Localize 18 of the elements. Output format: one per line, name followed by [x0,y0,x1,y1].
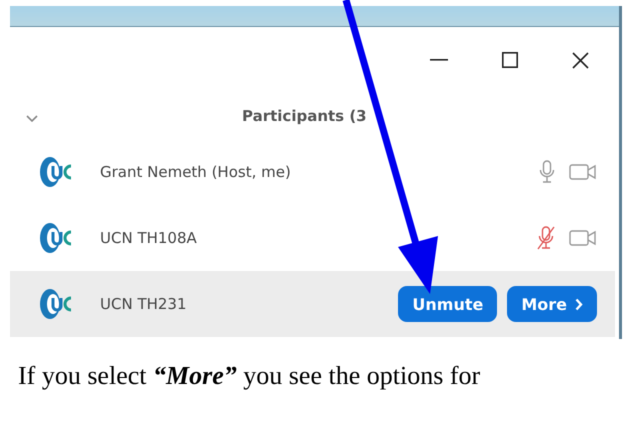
close-icon[interactable] [572,52,589,68]
video-camera-icon[interactable] [569,163,597,181]
action-button[interactable]: More [507,286,597,322]
participant-name: UCN TH108A [100,229,198,247]
microphone-icon[interactable] [539,160,555,184]
participant-row[interactable]: UCN TH231 Unmute More [10,271,615,337]
caption-text: If you select “More” you see the options for [18,361,482,391]
muted-microphone-icon[interactable] [537,226,555,250]
participant-row[interactable]: Grant Nemeth (Host, me) [10,139,615,205]
participant-name: UCN TH231 [100,295,188,313]
panel-title: Participants (3 [242,107,367,125]
minimize-icon[interactable] [430,59,448,61]
maximize-icon[interactable] [502,52,518,68]
chevron-down-icon[interactable] [26,114,38,122]
participant-name: Grant Nemeth (Host, me) [100,163,292,181]
action-button[interactable]: Unmute [398,286,498,322]
chevron-right-icon [575,298,583,310]
video-camera-icon[interactable] [569,229,597,247]
